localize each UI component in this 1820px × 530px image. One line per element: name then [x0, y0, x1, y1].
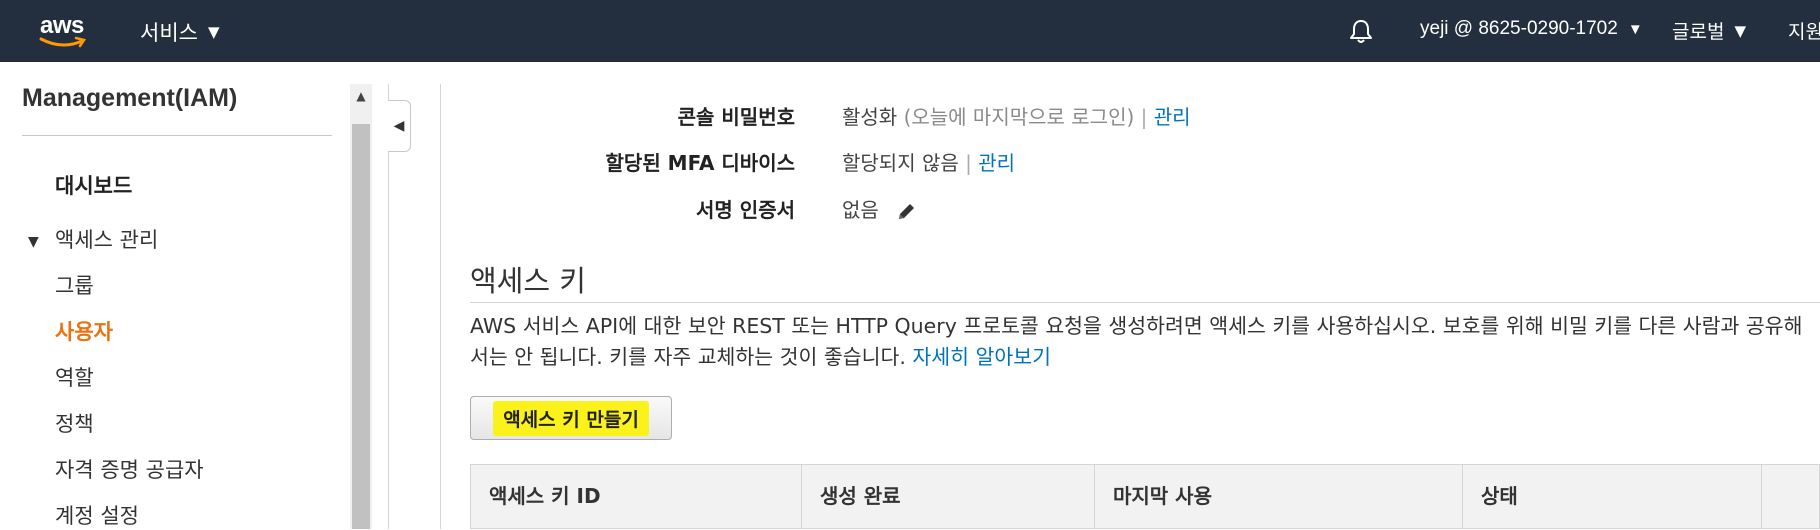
sidebar-title: Management(IAM): [22, 84, 238, 112]
mfa-status: 할당되지 않음: [842, 151, 959, 175]
create-access-key-button[interactable]: 액세스 키 만들기: [470, 396, 672, 440]
sidebar-divider: [22, 135, 332, 136]
services-menu[interactable]: 서비스 ▼: [140, 17, 220, 47]
signing-certificate-value: 없음: [842, 194, 917, 223]
sidebar-item-dashboard[interactable]: 대시보드: [55, 170, 132, 200]
chevron-down-icon: ▼: [1734, 21, 1746, 40]
account-label: yeji @ 8625-0290-1702: [1420, 18, 1618, 39]
sidebar: Management(IAM) 대시보드 ▼ 액세스 관리 그룹 사용자 역할 …: [0, 62, 350, 529]
column-header-created[interactable]: 생성 완료: [802, 465, 1095, 528]
account-menu[interactable]: yeji @ 8625-0290-1702 ▼: [1420, 18, 1643, 40]
sidebar-item-roles[interactable]: 역할: [55, 362, 94, 392]
signing-certificate-label: 서명 인증서: [696, 198, 795, 222]
access-keys-table-header: 액세스 키 ID 생성 완료 마지막 사용 상태: [470, 464, 1820, 529]
manage-console-password-link[interactable]: 관리: [1154, 105, 1191, 129]
console-password-value: 활성화 (오늘에 마지막으로 로그인) | 관리: [842, 101, 1191, 130]
sidebar-item-account-settings[interactable]: 계정 설정: [55, 500, 139, 530]
top-navigation-bar: aws 서비스 ▼ yeji @ 8625-0290-1702 ▼ 글로벌 ▼ …: [0, 0, 1820, 62]
console-password-label: 콘솔 비밀번호: [677, 105, 795, 129]
create-access-key-label: 액세스 키 만들기: [493, 400, 649, 436]
separator: |: [1140, 105, 1148, 129]
services-label: 서비스: [140, 21, 198, 45]
section-divider: [470, 302, 1820, 303]
pencil-edit-icon[interactable]: [895, 201, 917, 223]
aws-smile-icon: [39, 36, 87, 48]
scroll-up-arrow-icon[interactable]: ▲: [350, 84, 372, 108]
column-header-last-used[interactable]: 마지막 사용: [1095, 465, 1463, 528]
last-login-note: (오늘에 마지막으로 로그인): [903, 105, 1135, 129]
console-password-status: 활성화: [842, 105, 898, 129]
column-header-status[interactable]: 상태: [1463, 465, 1762, 528]
mfa-device-label: 할당된 MFA 디바이스: [605, 151, 795, 175]
support-menu[interactable]: 지원: [1788, 17, 1820, 44]
sidebar-item-groups[interactable]: 그룹: [55, 270, 94, 300]
manage-mfa-link[interactable]: 관리: [978, 151, 1015, 175]
aws-logo[interactable]: aws: [38, 12, 94, 48]
signing-certificate-status: 없음: [842, 198, 879, 222]
content-divider: [440, 84, 441, 529]
sidebar-section-access-management[interactable]: 액세스 관리: [55, 224, 158, 254]
scrollbar-thumb[interactable]: [352, 124, 370, 529]
expand-triangle-icon[interactable]: ▼: [28, 234, 39, 250]
access-keys-description: AWS 서비스 API에 대한 보안 REST 또는 HTTP Query 프로…: [470, 311, 1820, 373]
column-header-actions: [1762, 465, 1819, 528]
chevron-down-icon: ▼: [1627, 20, 1643, 38]
separator: |: [965, 151, 972, 175]
collapse-sidebar-button[interactable]: ◀: [388, 100, 411, 152]
access-keys-description-text: AWS 서비스 API에 대한 보안 REST 또는 HTTP Query 프로…: [470, 314, 1803, 369]
bell-icon[interactable]: [1348, 18, 1374, 44]
mfa-device-value: 할당되지 않음 | 관리: [842, 147, 1015, 176]
sidebar-item-users[interactable]: 사용자: [55, 316, 113, 346]
sidebar-scrollbar[interactable]: ▲: [350, 84, 372, 529]
sidebar-item-policies[interactable]: 정책: [55, 408, 94, 438]
region-menu[interactable]: 글로벌 ▼: [1672, 17, 1746, 44]
column-header-access-key-id[interactable]: 액세스 키 ID: [471, 465, 802, 528]
access-keys-heading: 액세스 키: [470, 264, 586, 298]
chevron-down-icon: ▼: [207, 23, 220, 41]
region-label: 글로벌: [1672, 21, 1725, 43]
sidebar-item-identity-providers[interactable]: 자격 증명 공급자: [55, 454, 204, 484]
learn-more-link[interactable]: 자세히 알아보기: [912, 345, 1051, 369]
